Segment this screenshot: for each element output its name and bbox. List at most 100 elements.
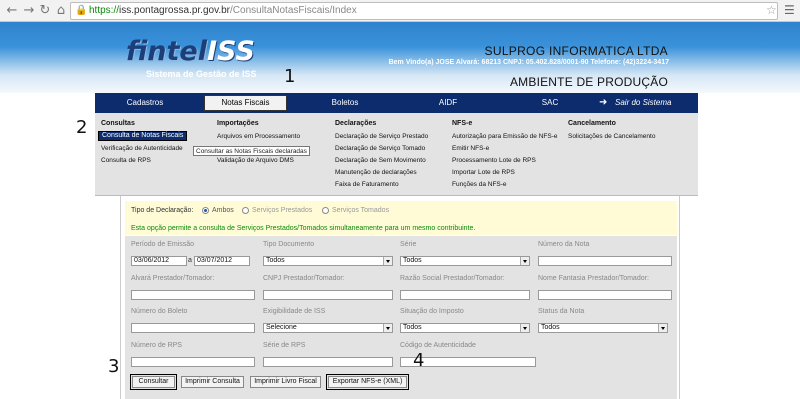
menu-item-funcoes-nfse[interactable]: Funções da NFS-e	[452, 179, 558, 191]
settings-wrench-icon[interactable]: ☰	[784, 3, 795, 17]
lock-icon: 🔒	[75, 5, 88, 16]
menu-item-decl-prestado[interactable]: Declaração de Serviço Prestado	[335, 131, 428, 143]
menu-col-importacoes: Importações Arquivos em Processamento Va…	[217, 120, 300, 167]
exportar-nfse-button[interactable]: Exportar NFS-e (XML)	[326, 374, 409, 390]
fintel-iss-logo: fintelISS Sistema de Gestão de ISS	[126, 36, 257, 79]
tipo-documento-label: Tipo Documento	[263, 241, 315, 248]
logo-subtitle: Sistema de Gestão de ISS	[146, 69, 257, 79]
menu-item-emitir-nfse[interactable]: Emitir NFS-e	[452, 143, 558, 155]
serie-rps-input[interactable]	[263, 357, 393, 367]
menu-item-decl-tomado[interactable]: Declaração de Serviço Tomado	[335, 143, 428, 155]
imprimir-consulta-button[interactable]: Imprimir Consulta	[181, 376, 244, 388]
dropdown-arrow-icon	[383, 257, 392, 265]
menu-item-solicitacoes-cancelamento[interactable]: Solicitações de Cancelamento	[568, 131, 655, 143]
menu-heading-importacoes: Importações	[217, 120, 259, 127]
radio-servicos-prestados[interactable]	[242, 207, 249, 214]
main-nav: Cadastros Notas Fiscais Boletos AIDF SAC…	[95, 93, 698, 113]
menu-heading-consultas: Consultas	[101, 120, 135, 127]
forward-arrow-icon[interactable]: →	[21, 3, 37, 19]
numero-boleto-input[interactable]	[131, 323, 255, 333]
radio-ambos[interactable]	[202, 207, 209, 214]
company-name: SULPROG INFORMATICA LTDA	[484, 44, 668, 58]
data-inicio-input[interactable]: 03/06/2012	[131, 256, 187, 266]
serie-value: Todos	[403, 257, 422, 264]
serie-select[interactable]: Todos	[400, 256, 530, 266]
exigibilidade-value: Selecione	[266, 324, 297, 331]
menu-item-decl-sem-movimento[interactable]: Declaração de Sem Movimento	[335, 155, 428, 167]
numero-boleto-label: Número do Boleto	[131, 308, 188, 315]
url-host: iss.pontagrossa.pr.gov.br	[119, 5, 231, 16]
razao-social-input[interactable]	[400, 290, 530, 300]
menu-item-validacao-dms[interactable]: Validação de Arquivo DMS	[217, 155, 300, 167]
numero-nota-label: Número da Nota	[538, 241, 590, 248]
status-nota-select[interactable]: Todos	[538, 323, 668, 333]
notas-fiscais-menu: Consultas Consulta de Notas Fiscais Resu…	[95, 113, 698, 196]
status-nota-value: Todos	[541, 324, 560, 331]
serie-rps-label: Série de RPS	[263, 342, 306, 349]
tipo-documento-value: Todos	[266, 257, 285, 264]
radio-servicos-prestados-label[interactable]: Serviços Prestados	[252, 207, 312, 214]
back-arrow-icon[interactable]: ←	[4, 3, 20, 19]
nav-aidf[interactable]: AIDF	[413, 93, 483, 113]
menu-col-nfse: NFS-e Autorização para Emissão de NFS-e …	[452, 120, 558, 191]
menu-item-processamento-rps[interactable]: Processamento Lote de RPS	[452, 155, 558, 167]
cnpj-label: CNPJ Prestador/Tomador:	[263, 275, 345, 282]
exigibilidade-label: Exigibilidade de ISS	[263, 308, 326, 315]
bookmark-star-icon[interactable]: ☆	[766, 3, 777, 17]
numero-rps-input[interactable]	[131, 357, 255, 367]
menu-item-verificacao-autenticidade[interactable]: Verificação de Autenticidade	[101, 143, 183, 155]
annotation-2: 2	[76, 117, 88, 138]
menu-heading-cancelamento: Cancelamento	[568, 120, 616, 127]
browser-toolbar: ← → ↻ ⌂ 🔒 https://iss.pontagrossa.pr.gov.…	[0, 0, 800, 22]
alvara-input[interactable]	[131, 290, 255, 300]
periodo-emissao-label: Período de Emissão	[131, 241, 195, 248]
numero-nota-input[interactable]	[538, 256, 672, 266]
logo-suffix: ISS	[206, 36, 255, 67]
annotation-1: 1	[284, 66, 296, 87]
situacao-imposto-label: Situação do Imposto	[400, 308, 464, 315]
site-header: fintelISS Sistema de Gestão de ISS SULPR…	[0, 22, 800, 93]
consultar-button[interactable]: Consultar	[130, 374, 177, 390]
nav-sac[interactable]: SAC	[515, 93, 585, 113]
home-icon[interactable]: ⌂	[53, 3, 69, 19]
imprimir-livro-button[interactable]: Imprimir Livro Fiscal	[250, 376, 321, 388]
tipo-documento-select[interactable]: Todos	[263, 256, 393, 266]
dropdown-arrow-icon	[383, 324, 392, 332]
nav-sair[interactable]: Sair do Sistema	[615, 93, 671, 113]
nav-cadastros[interactable]: Cadastros	[105, 93, 185, 113]
codigo-autenticidade-label: Código de Autenticidade	[400, 342, 476, 349]
nome-fantasia-input[interactable]	[538, 290, 672, 300]
menu-col-declaracoes: Declarações Declaração de Serviço Presta…	[335, 120, 428, 191]
tipo-declaracao-label: Tipo de Declaração:	[131, 207, 194, 214]
nav-boletos[interactable]: Boletos	[305, 93, 385, 113]
menu-item-consulta-notas[interactable]: Consulta de Notas Fiscais	[98, 131, 188, 141]
annotation-4: 4	[413, 350, 425, 371]
radio-servicos-tomados-label[interactable]: Serviços Tomados	[332, 207, 389, 214]
exigibilidade-select[interactable]: Selecione	[263, 323, 393, 333]
address-bar[interactable]: 🔒 https://iss.pontagrossa.pr.gov.br/Consu…	[70, 2, 778, 20]
menu-col-cancelamento: Cancelamento Solicitações de Cancelament…	[568, 120, 655, 143]
radio-servicos-tomados[interactable]	[322, 207, 329, 214]
dropdown-arrow-icon	[520, 324, 529, 332]
nome-fantasia-label: Nome Fantasia Prestador/Tomador:	[538, 275, 649, 282]
annotation-3: 3	[108, 356, 120, 377]
reload-icon[interactable]: ↻	[37, 3, 53, 19]
date-separator: a	[188, 257, 192, 264]
menu-item-manutencao-declaracoes[interactable]: Manutenção de declarações	[335, 167, 428, 179]
tipo-declaracao-note: Esta opção permite a consulta de Serviço…	[131, 225, 476, 232]
exit-door-icon[interactable]: ➜	[599, 97, 611, 109]
numero-rps-label: Número de RPS	[131, 342, 182, 349]
menu-item-consulta-rps[interactable]: Consulta de RPS	[101, 155, 183, 167]
menu-item-arquivos-processamento[interactable]: Arquivos em Processamento	[217, 131, 300, 143]
menu-col-consultas: Consultas Consulta de Notas Fiscais Resu…	[98, 120, 188, 167]
menu-item-importar-rps[interactable]: Importar Lote de RPS	[452, 167, 558, 179]
situacao-imposto-select[interactable]: Todos	[400, 323, 530, 333]
menu-item-autorizacao-nfse[interactable]: Autorização para Emissão de NFS-e	[452, 131, 558, 143]
data-fim-input[interactable]: 03/07/2012	[194, 256, 250, 266]
welcome-info: Bem Vindo(a) JOSE Alvará: 68213 CNPJ: 05…	[388, 59, 669, 66]
dropdown-arrow-icon	[520, 257, 529, 265]
menu-item-faixa-faturamento[interactable]: Faixa de Faturamento	[335, 179, 428, 191]
cnpj-input[interactable]	[263, 290, 393, 300]
radio-ambos-label[interactable]: Ambos	[212, 207, 234, 214]
nav-notas-fiscais[interactable]: Notas Fiscais	[204, 95, 287, 111]
